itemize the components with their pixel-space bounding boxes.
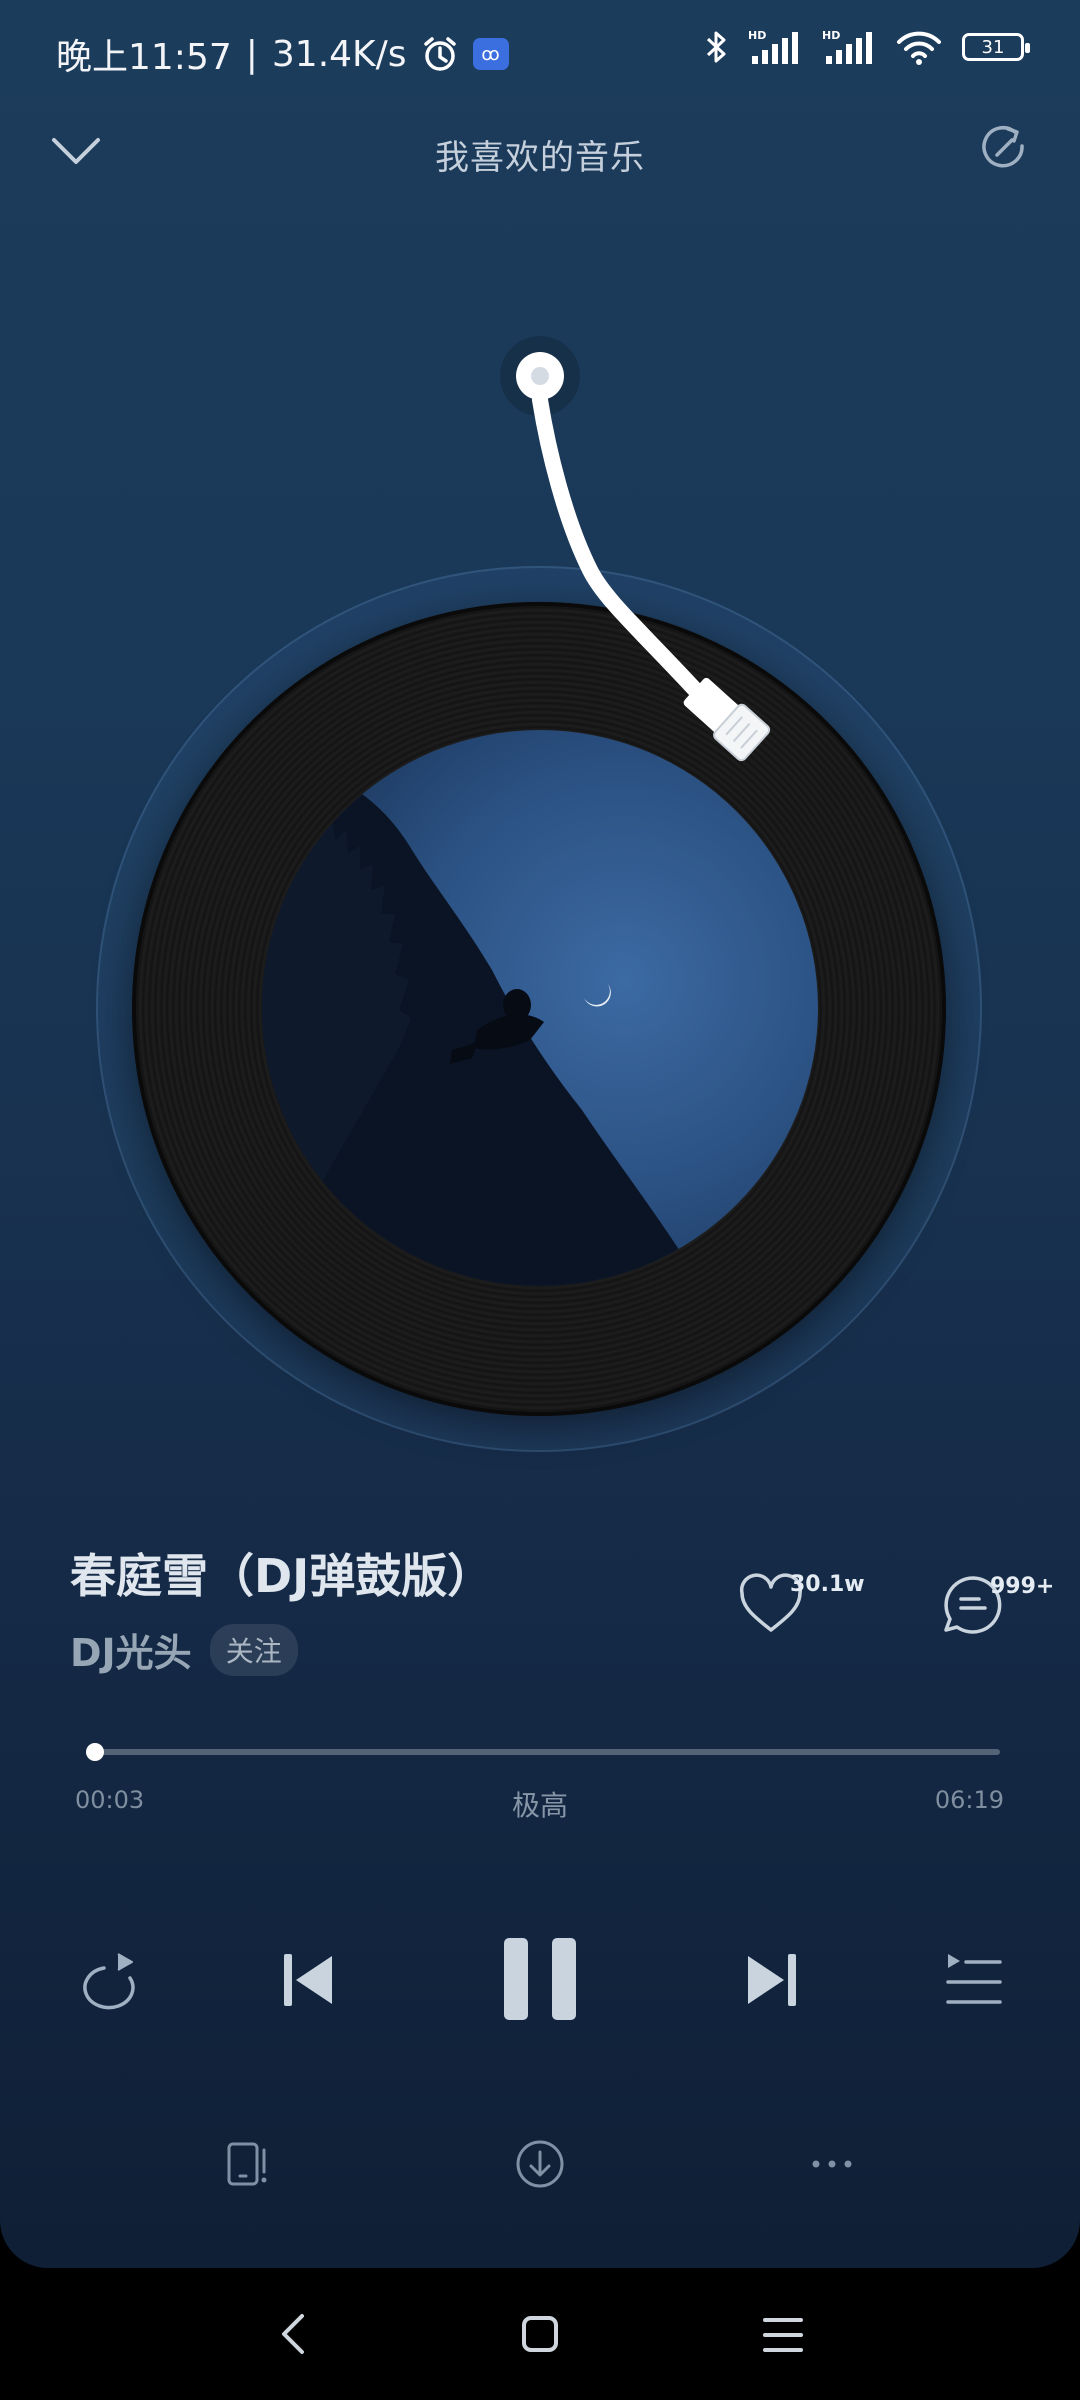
progress-bar[interactable] (86, 1743, 1000, 1761)
player-screen: 晚上11:57 | 31.4K/s ꝏ HD HD 31 我喜欢的音乐 春庭雪（… (0, 0, 1080, 2268)
signal-hd-icon-1: HD (748, 28, 802, 66)
album-cover (262, 730, 818, 1286)
playlist-icon[interactable] (946, 1950, 1002, 2010)
progress-knob[interactable] (86, 1743, 105, 1761)
song-title: 春庭雪（DJ弹鼓版） (70, 1549, 494, 1603)
bluetooth-icon (704, 28, 728, 66)
like-count: 30.1w (790, 1572, 865, 1597)
total-time: 06:19 (934, 1786, 1004, 1814)
alarm-icon (421, 35, 459, 73)
battery-indicator: 31 (962, 33, 1030, 61)
signal-hd-icon-2: HD (822, 28, 876, 66)
next-track-icon[interactable] (744, 1950, 800, 2010)
follow-button[interactable]: 关注 (209, 1623, 298, 1676)
playlist-title: 我喜欢的音乐 (435, 138, 645, 178)
comment-count: 999+ (990, 1574, 1055, 1599)
audio-quality[interactable]: 极高 (0, 1784, 1080, 1824)
player-header: 我喜欢的音乐 (0, 110, 1080, 190)
system-nav-bar (0, 2268, 1080, 2400)
status-bar: 晚上11:57 | 31.4K/s ꝏ HD HD 31 (0, 0, 1080, 110)
pause-icon[interactable] (502, 1936, 578, 2022)
status-left: 晚上11:57 | 31.4K/s ꝏ (56, 28, 509, 80)
nav-recents-icon[interactable] (762, 2316, 804, 2354)
status-right: HD HD 31 (704, 28, 1030, 66)
artist-row: DJ光头 关注 (70, 1622, 298, 1677)
repeat-icon[interactable] (72, 1950, 138, 2010)
svg-text:HD: HD (748, 29, 766, 42)
status-divider: | (245, 33, 258, 75)
nav-back-icon[interactable] (276, 2312, 312, 2356)
share-icon[interactable] (976, 122, 1032, 178)
more-options-icon[interactable] (808, 2150, 856, 2178)
wifi-icon (896, 28, 942, 66)
previous-track-icon[interactable] (280, 1950, 336, 2010)
device-switch-icon[interactable] (226, 2138, 278, 2190)
svg-text:HD: HD (822, 29, 840, 42)
nav-home-icon[interactable] (520, 2314, 560, 2354)
artist-name[interactable]: DJ光头 (70, 1622, 192, 1677)
app-notification-icon: ꝏ (472, 38, 509, 70)
download-icon[interactable] (514, 2138, 566, 2190)
record-area (0, 330, 1080, 1452)
network-speed: 31.4K/s (271, 33, 407, 75)
status-time: 晚上11:57 (56, 37, 232, 78)
